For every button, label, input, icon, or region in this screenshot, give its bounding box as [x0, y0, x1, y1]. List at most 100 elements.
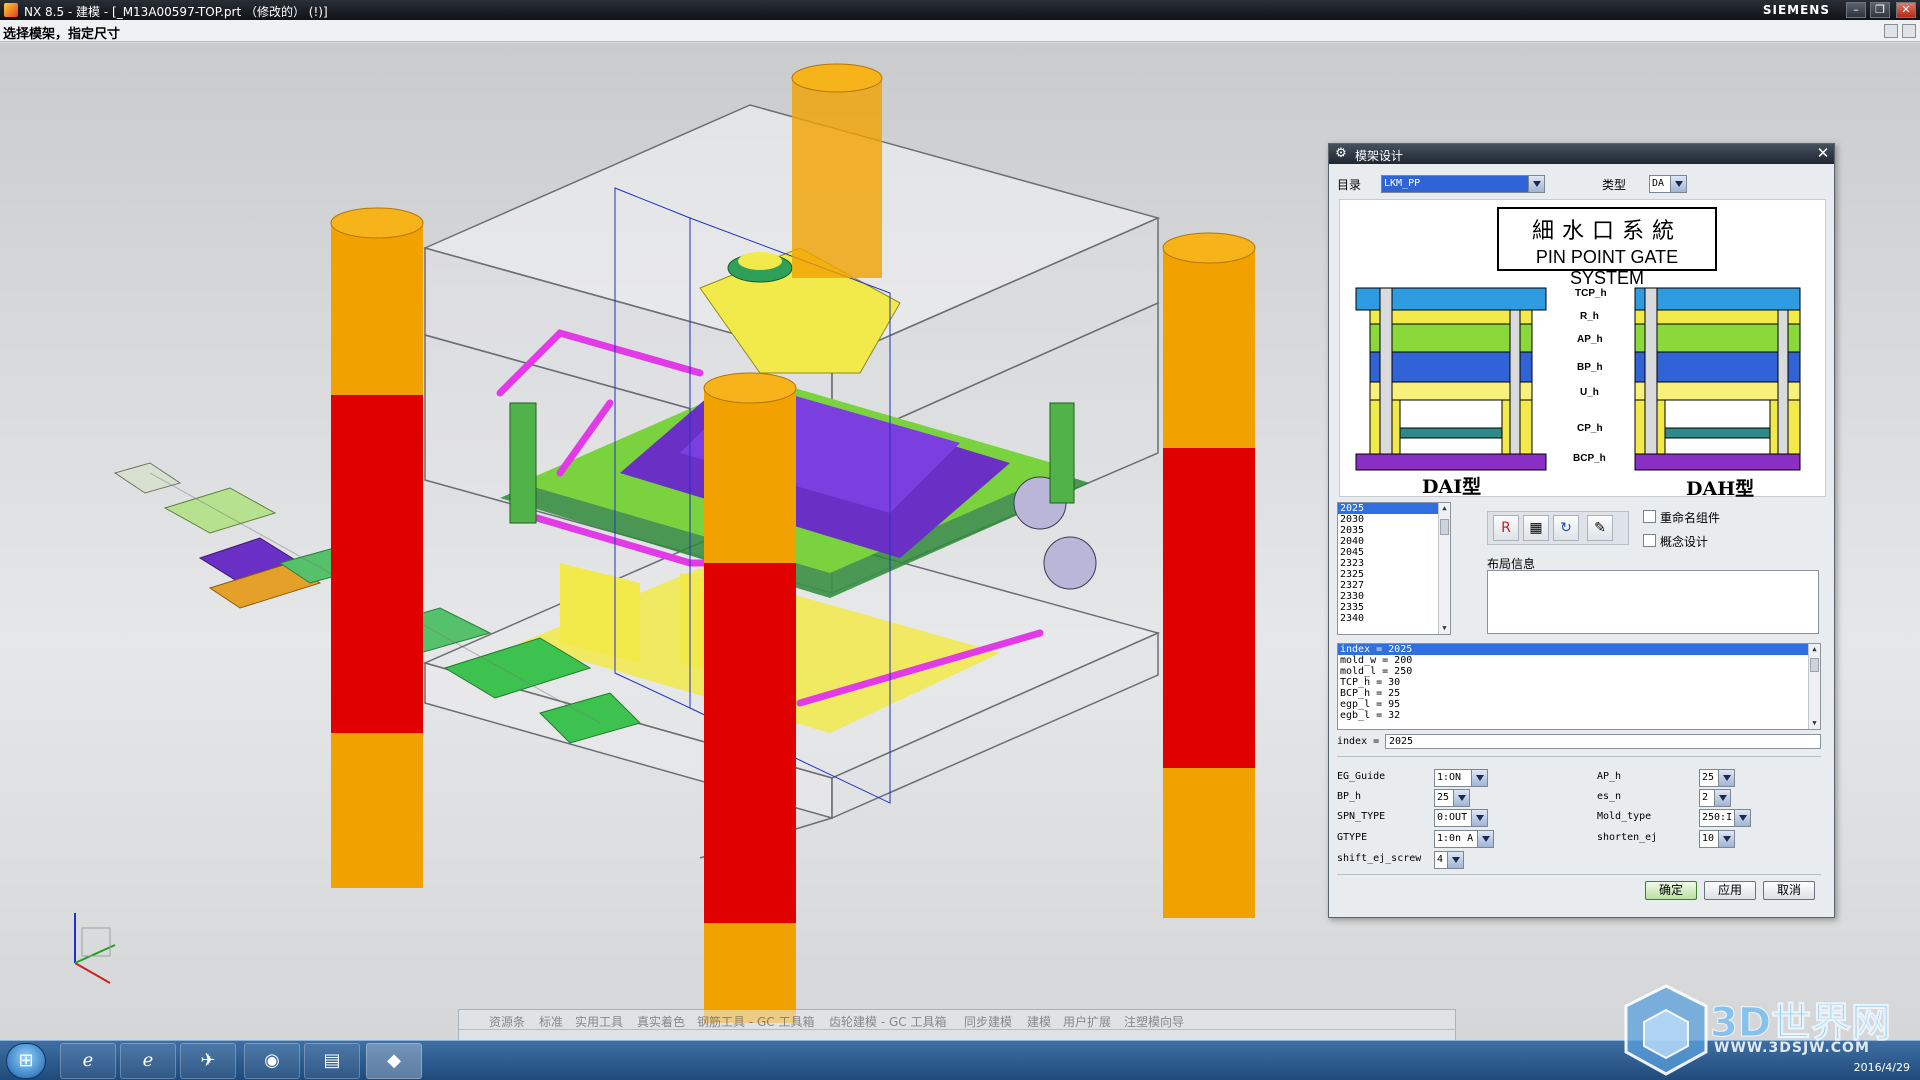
size-item[interactable]: 2330	[1338, 591, 1450, 602]
param-shorten-ej-select[interactable]: 10	[1699, 830, 1735, 848]
minimize-button[interactable]: –	[1846, 2, 1866, 18]
param-es-n-label: es_n	[1597, 791, 1622, 802]
label-tcp-h: TCP_h	[1575, 288, 1607, 299]
window-toggle-icon[interactable]	[1902, 24, 1916, 38]
param-eg-guide-select[interactable]: 1:ON	[1434, 769, 1488, 787]
label-u-h: U_h	[1580, 387, 1599, 398]
param-es-n-select[interactable]: 2	[1699, 789, 1731, 807]
chevron-down-icon	[1734, 810, 1750, 826]
tab-modeling[interactable]: 建模	[1027, 1013, 1051, 1030]
pillar-front	[703, 372, 797, 1023]
ie-icon[interactable]: ℯ	[60, 1043, 116, 1079]
close-button[interactable]: ✕	[1896, 2, 1916, 18]
label-cp-h: CP_h	[1577, 423, 1603, 434]
restore-button[interactable]: ❐	[1870, 2, 1890, 18]
apply-button[interactable]: 应用	[1704, 881, 1756, 900]
tab-user-extension[interactable]: 用户扩展	[1063, 1013, 1111, 1030]
param-ap-h-select[interactable]: 25	[1699, 769, 1735, 787]
size-item[interactable]: 2325	[1338, 569, 1450, 580]
brand-logo: SIEMENS	[1762, 3, 1830, 17]
param-value: 1:0n A	[1437, 833, 1474, 844]
gear-icon[interactable]: ⚙	[1333, 146, 1349, 162]
scroll-up-icon[interactable]: ▲	[1809, 644, 1820, 655]
size-item[interactable]: 2327	[1338, 580, 1450, 591]
size-item[interactable]: 2035	[1338, 525, 1450, 536]
expression-list-scrollbar[interactable]: ▲ ▼	[1808, 644, 1820, 729]
type-value: DA	[1652, 178, 1665, 189]
scroll-thumb[interactable]	[1810, 658, 1819, 672]
size-item[interactable]: 2030	[1338, 514, 1450, 525]
folder-icon[interactable]: ▤	[304, 1043, 360, 1079]
site-watermark: 3D世界网 WWW.3DSJW.COM	[1618, 980, 1918, 1080]
chevron-down-icon	[1471, 810, 1487, 826]
expression-item[interactable]: egp_l = 95	[1338, 699, 1820, 710]
size-item[interactable]: 2340	[1338, 613, 1450, 624]
chevron-down-icon	[1453, 790, 1469, 806]
expression-item[interactable]: mold_w = 200	[1338, 655, 1820, 666]
scroll-thumb[interactable]	[1440, 519, 1449, 535]
param-mold-type-select[interactable]: 250:I	[1699, 809, 1751, 827]
title-bar: NX 8.5 - 建模 - [_M13A00597-TOP.prt （修改的） …	[0, 0, 1920, 20]
tab-rebar-tools[interactable]: 钢筋工具 - GC 工具箱	[697, 1013, 814, 1030]
scroll-down-icon[interactable]: ▼	[1809, 718, 1820, 729]
size-item[interactable]: 2025	[1338, 503, 1450, 514]
edit-component-icon[interactable]: ✎	[1587, 515, 1613, 541]
tab-sync-modeling[interactable]: 同步建模	[964, 1013, 1012, 1030]
param-bp-h-label: BP_h	[1337, 791, 1362, 802]
cube-logo-icon	[1624, 984, 1708, 1076]
size-item[interactable]: 2040	[1338, 536, 1450, 547]
size-list[interactable]: 2025 2030 2035 2040 2045 2323 2325 2327 …	[1337, 502, 1451, 635]
param-eg-guide-label: EG_Guide	[1337, 771, 1386, 782]
layout-toggle-icon[interactable]	[1884, 24, 1898, 38]
expression-input[interactable]: 2025	[1385, 734, 1821, 749]
tab-mold-wizard[interactable]: 注塑模向导	[1124, 1013, 1184, 1030]
param-bp-h-select[interactable]: 25	[1434, 789, 1470, 807]
tab-standard[interactable]: 标准	[539, 1013, 563, 1030]
tab-resource-bar[interactable]: 资源条	[489, 1013, 525, 1030]
param-value: 0:OUT	[1437, 812, 1468, 823]
media-player-icon[interactable]: ◉	[244, 1043, 300, 1079]
tab-gear-modeling[interactable]: 齿轮建模 - GC 工具箱	[829, 1013, 946, 1030]
rotate-icon[interactable]: ↻	[1553, 515, 1579, 541]
size-item[interactable]: 2323	[1338, 558, 1450, 569]
type-select[interactable]: DA	[1649, 175, 1687, 193]
label-bcp-h: BCP_h	[1573, 453, 1606, 464]
nx-taskbar-icon[interactable]: ◆	[366, 1043, 422, 1079]
scroll-up-icon[interactable]: ▲	[1439, 503, 1450, 514]
dialog-close-icon[interactable]: ✕	[1814, 145, 1832, 162]
size-item[interactable]: 2045	[1338, 547, 1450, 558]
expression-item[interactable]: mold_l = 250	[1338, 666, 1820, 677]
param-gtype-select[interactable]: 1:0n A	[1434, 830, 1494, 848]
toolbar-tabs: 资源条 标准 实用工具 真实着色 钢筋工具 - GC 工具箱 齿轮建模 - GC…	[459, 1010, 1455, 1030]
param-shift-ej-screw-select[interactable]: 4	[1434, 851, 1464, 869]
ok-button[interactable]: 确定	[1645, 881, 1697, 900]
expression-item[interactable]: index = 2025	[1338, 644, 1820, 655]
nx-app-icon	[4, 3, 18, 17]
register-icon[interactable]: R	[1493, 515, 1519, 541]
param-gtype-label: GTYPE	[1337, 832, 1368, 843]
catalog-select[interactable]: LKM_PP	[1381, 175, 1545, 193]
plane-icon[interactable]: ✈	[180, 1043, 236, 1079]
param-spn-type-select[interactable]: 0:OUT	[1434, 809, 1488, 827]
layout-info-area[interactable]	[1487, 570, 1819, 634]
param-value: 1:ON	[1437, 772, 1462, 783]
cue-line: 选择模架，指定尺寸	[0, 20, 1920, 42]
cancel-button[interactable]: 取消	[1763, 881, 1815, 900]
browser-icon[interactable]: ℯ	[120, 1043, 176, 1079]
divider	[1337, 874, 1821, 875]
expression-item[interactable]: egb_l = 32	[1338, 710, 1820, 721]
expression-list[interactable]: index = 2025 mold_w = 200 mold_l = 250 T…	[1337, 643, 1821, 730]
rename-component-checkbox[interactable]	[1643, 510, 1656, 523]
concept-design-checkbox[interactable]	[1643, 534, 1656, 547]
tab-utilities[interactable]: 实用工具	[575, 1013, 623, 1030]
expression-item[interactable]: BCP_h = 25	[1338, 688, 1820, 699]
expression-item[interactable]: TCP_h = 30	[1338, 677, 1820, 688]
chevron-down-icon	[1718, 831, 1734, 847]
scroll-down-icon[interactable]: ▼	[1439, 623, 1450, 634]
size-list-scrollbar[interactable]: ▲ ▼	[1438, 503, 1450, 634]
chevron-down-icon	[1447, 852, 1463, 868]
table-icon[interactable]: ▦	[1523, 515, 1549, 541]
start-button[interactable]: ⊞	[6, 1043, 46, 1079]
tab-true-shading[interactable]: 真实着色	[637, 1013, 685, 1030]
size-item[interactable]: 2335	[1338, 602, 1450, 613]
